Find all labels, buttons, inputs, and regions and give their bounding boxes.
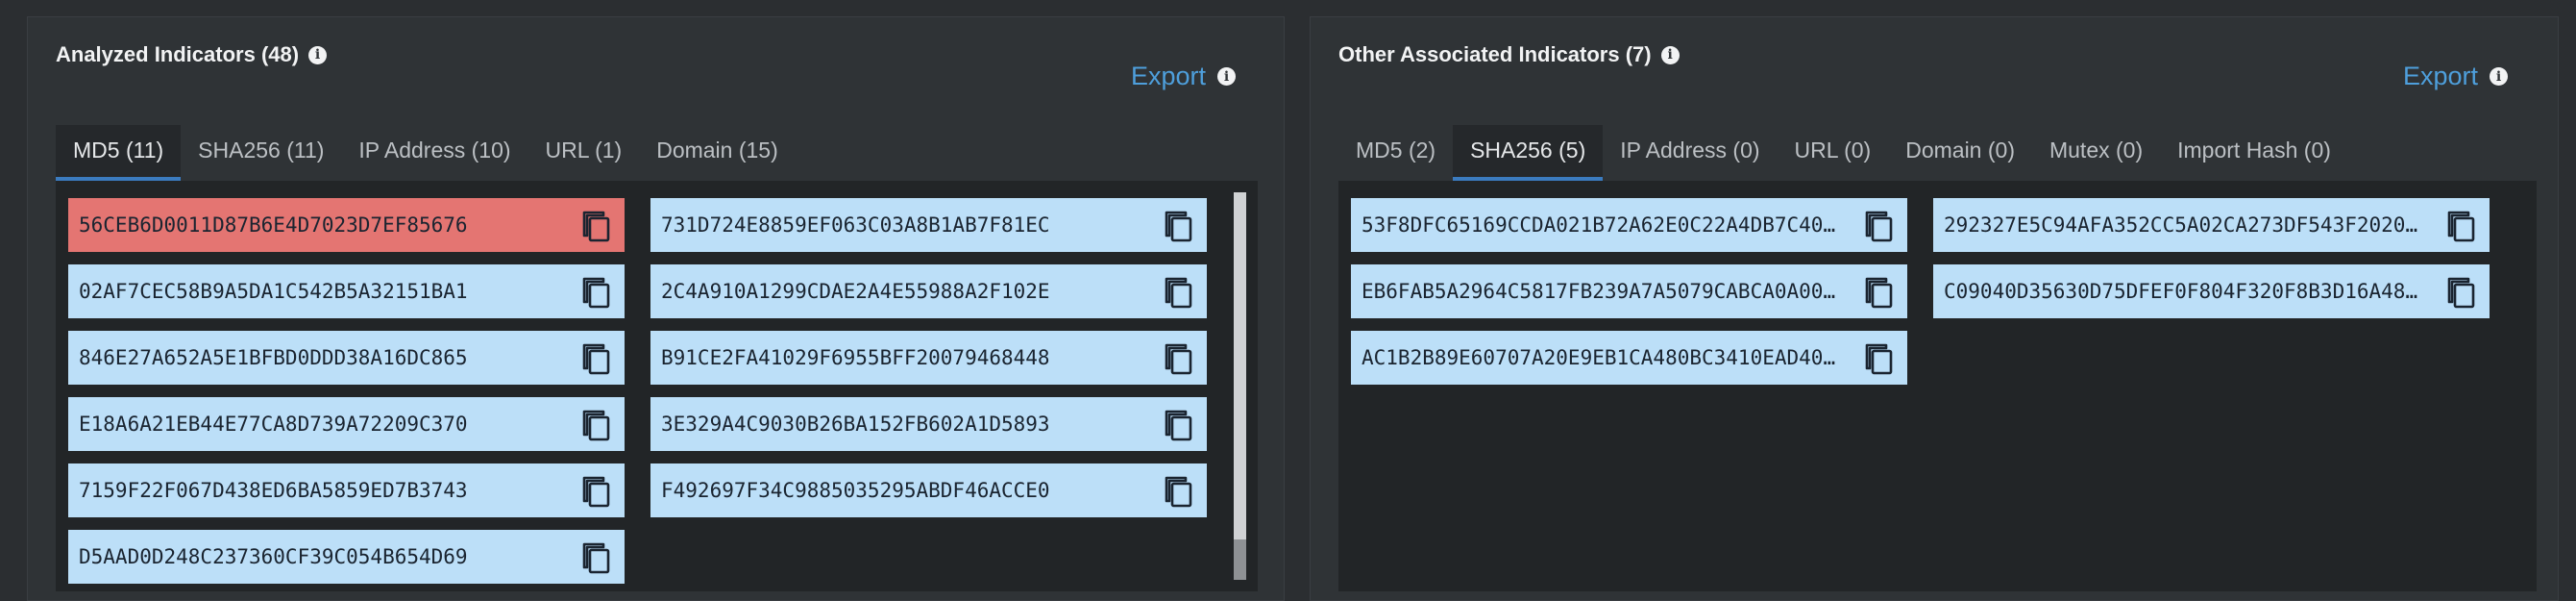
indicator-grid: 56CEB6D0011D87B6E4D7023D7EF85676 731D724E… [68, 198, 1207, 584]
indicator-item[interactable]: 3E329A4C9030B26BA152FB602A1D5893 [650, 397, 1207, 451]
indicator-item[interactable]: EB6FAB5A2964C5817FB239A7A5079CABCA0A0046… [1351, 264, 1907, 318]
copy-icon[interactable] [1163, 339, 1195, 376]
indicator-tabs: MD5 (11) SHA256 (11) IP Address (10) URL (1… [56, 125, 796, 181]
copy-icon[interactable] [2445, 273, 2478, 310]
tab-ip-address[interactable]: IP Address (10) [341, 125, 527, 181]
copy-icon[interactable] [580, 406, 613, 442]
indicator-list: 56CEB6D0011D87B6E4D7023D7EF85676 731D724E… [56, 181, 1258, 591]
indicator-item[interactable]: B91CE2FA41029F6955BFF20079468448 [650, 331, 1207, 385]
indicator-item[interactable]: AC1B2B89E60707A20E9EB1CA480BC3410EAD4064… [1351, 331, 1907, 385]
copy-icon[interactable] [580, 472, 613, 509]
export-button[interactable]: Export i [2403, 62, 2508, 91]
indicator-item[interactable]: 2C4A910A1299CDAE2A4E55988A2F102E [650, 264, 1207, 318]
indicator-list: 53F8DFC65169CCDA021B72A62E0C22A4DB7C4077… [1338, 181, 2537, 591]
panel-title-text: Analyzed Indicators (48) [56, 42, 300, 66]
copy-icon[interactable] [1863, 207, 1896, 243]
indicator-hash: C09040D35630D75DFEF0F804F320F8B3D16A4810… [1944, 280, 2424, 303]
export-label[interactable]: Export [2403, 62, 2478, 91]
indicator-tabs: MD5 (2) SHA256 (5) IP Address (0) URL (0) Do… [1338, 125, 2348, 181]
other-associated-indicators-panel: Other Associated Indicators (7) i Export… [1310, 16, 2559, 601]
indicator-hash: F492697F34C9885035295ABDF46ACCE0 [661, 479, 1050, 502]
indicator-item[interactable]: D5AAD0D248C237360CF39C054B654D69 [68, 530, 625, 584]
copy-icon[interactable] [1163, 273, 1195, 310]
copy-icon[interactable] [1863, 339, 1896, 376]
info-icon[interactable]: i [1660, 45, 1680, 64]
indicator-item[interactable]: 292327E5C94AFA352CC5A02CA273DF543F2020D0… [1933, 198, 2490, 252]
tab-md5[interactable]: MD5 (11) [56, 125, 182, 181]
copy-icon[interactable] [580, 207, 613, 243]
copy-icon[interactable] [2445, 207, 2478, 243]
info-icon[interactable]: i [308, 45, 328, 64]
tab-sha256[interactable]: SHA256 (5) [1453, 125, 1604, 181]
tab-domain[interactable]: Domain (15) [639, 125, 796, 181]
indicator-hash: 2C4A910A1299CDAE2A4E55988A2F102E [661, 280, 1050, 303]
indicator-hash: 292327E5C94AFA352CC5A02CA273DF543F2020D0… [1944, 213, 2424, 237]
indicator-item[interactable]: 846E27A652A5E1BFBD0DDD38A16DC865 [68, 331, 625, 385]
info-icon[interactable]: i [1217, 67, 1236, 86]
indicator-hash: 3E329A4C9030B26BA152FB602A1D5893 [661, 413, 1050, 436]
indicator-hash: D5AAD0D248C237360CF39C054B654D69 [79, 545, 468, 568]
tab-url[interactable]: URL (0) [1778, 125, 1889, 181]
indicator-item[interactable]: 56CEB6D0011D87B6E4D7023D7EF85676 [68, 198, 625, 252]
export-button[interactable]: Export i [1131, 62, 1236, 91]
tab-domain[interactable]: Domain (0) [1888, 125, 2032, 181]
indicator-grid: 53F8DFC65169CCDA021B72A62E0C22A4DB7C4077… [1351, 198, 2490, 385]
indicator-hash: 846E27A652A5E1BFBD0DDD38A16DC865 [79, 346, 468, 369]
export-label[interactable]: Export [1131, 62, 1206, 91]
indicator-hash: EB6FAB5A2964C5817FB239A7A5079CABCA0A0046… [1362, 280, 1842, 303]
indicator-hash: 02AF7CEC58B9A5DA1C542B5A32151BA1 [79, 280, 468, 303]
indicator-hash: B91CE2FA41029F6955BFF20079468448 [661, 346, 1050, 369]
panel-title: Other Associated Indicators (7) i [1338, 42, 1680, 67]
copy-icon[interactable] [580, 538, 613, 575]
indicator-hash: 7159F22F067D438ED6BA5859ED7B3743 [79, 479, 468, 502]
indicator-hash: E18A6A21EB44E77CA8D739A72209C370 [79, 413, 468, 436]
panel-title: Analyzed Indicators (48) i [56, 42, 328, 67]
copy-icon[interactable] [1163, 406, 1195, 442]
indicator-hash: 53F8DFC65169CCDA021B72A62E0C22A4DB7C4077… [1362, 213, 1842, 237]
indicator-hash: 56CEB6D0011D87B6E4D7023D7EF85676 [79, 213, 468, 237]
panel-title-text: Other Associated Indicators (7) [1338, 42, 1652, 66]
scroll-thumb[interactable] [1234, 539, 1246, 580]
tab-md5[interactable]: MD5 (2) [1338, 125, 1453, 181]
indicator-hash: 731D724E8859EF063C03A8B1AB7F81EC [661, 213, 1050, 237]
tab-mutex[interactable]: Mutex (0) [2032, 125, 2160, 181]
copy-icon[interactable] [1863, 273, 1896, 310]
analyzed-indicators-panel: Analyzed Indicators (48) i Export i MD5 … [27, 16, 1285, 601]
indicator-item[interactable]: 7159F22F067D438ED6BA5859ED7B3743 [68, 463, 625, 517]
indicator-item[interactable]: 731D724E8859EF063C03A8B1AB7F81EC [650, 198, 1207, 252]
scrollbar[interactable] [1234, 192, 1246, 580]
info-icon[interactable]: i [2490, 67, 2508, 86]
indicator-item[interactable]: E18A6A21EB44E77CA8D739A72209C370 [68, 397, 625, 451]
tab-url[interactable]: URL (1) [528, 125, 640, 181]
copy-icon[interactable] [1163, 472, 1195, 509]
indicator-item[interactable]: 02AF7CEC58B9A5DA1C542B5A32151BA1 [68, 264, 625, 318]
tab-import-hash[interactable]: Import Hash (0) [2160, 125, 2348, 181]
indicator-hash: AC1B2B89E60707A20E9EB1CA480BC3410EAD4064… [1362, 346, 1842, 369]
copy-icon[interactable] [580, 273, 613, 310]
indicator-item[interactable]: 53F8DFC65169CCDA021B72A62E0C22A4DB7C4077… [1351, 198, 1907, 252]
tab-sha256[interactable]: SHA256 (11) [181, 125, 341, 181]
indicator-item[interactable]: F492697F34C9885035295ABDF46ACCE0 [650, 463, 1207, 517]
copy-icon[interactable] [580, 339, 613, 376]
tab-ip-address[interactable]: IP Address (0) [1603, 125, 1777, 181]
indicator-item[interactable]: C09040D35630D75DFEF0F804F320F8B3D16A4810… [1933, 264, 2490, 318]
copy-icon[interactable] [1163, 207, 1195, 243]
